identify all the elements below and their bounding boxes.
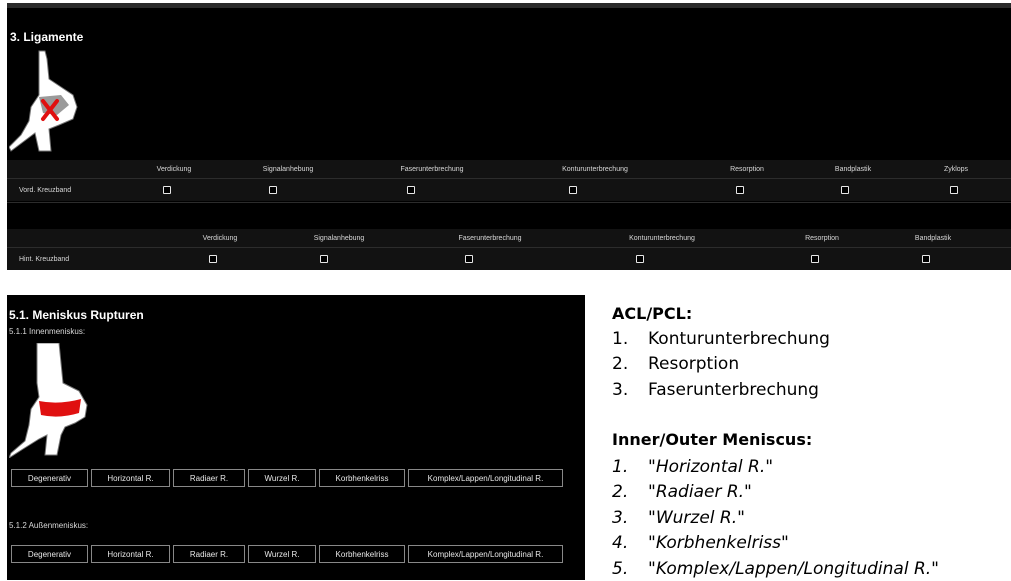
- acl-resorption-checkbox[interactable]: [736, 186, 744, 194]
- acl-note-item: 3. Faserunterbrechung: [612, 380, 819, 400]
- pcl-bandplastik-checkbox[interactable]: [922, 255, 930, 263]
- pcl-col-resorption: Resorption: [805, 235, 839, 242]
- inner-wurzel-button[interactable]: Wurzel R.: [248, 469, 316, 487]
- inner-komplex-button[interactable]: Komplex/Lappen/Longitudinal R.: [408, 469, 563, 487]
- inner-meniscus-label: 5.1.1 Innenmeniskus:: [9, 327, 86, 336]
- note-text: Konturunterbrechung: [648, 329, 830, 349]
- note-text: "Korbhenkelriss": [648, 533, 789, 553]
- inner-degenerativ-button[interactable]: Degenerativ: [11, 469, 88, 487]
- pcl-col-bandplastik: Bandplastik: [914, 235, 952, 242]
- acl-header-row: Verdickung Signalanhebung Faserunterbrec…: [7, 160, 1011, 178]
- meniscus-note-item: 5. "Komplex/Lappen/Longitudinal R.": [612, 559, 939, 579]
- note-number: 2.: [612, 354, 629, 374]
- meniscus-note-item: 4. "Korbhenkelriss": [612, 533, 789, 553]
- pcl-faserunterbrechung-checkbox[interactable]: [465, 255, 473, 263]
- meniscus-note-item: 2. "Radiaer R.": [612, 482, 752, 502]
- outer-degenerativ-button[interactable]: Degenerativ: [11, 545, 88, 563]
- note-text: "Komplex/Lappen/Longitudinal R.": [648, 559, 939, 579]
- acl-signalanhebung-checkbox[interactable]: [269, 186, 277, 194]
- outer-korbhenkelriss-button[interactable]: Korbhenkelriss: [319, 545, 405, 563]
- pcl-row: Hint. Kreuzband: [7, 248, 1011, 270]
- acl-col-zyklops: Zyklops: [943, 166, 969, 173]
- note-number: 2.: [612, 482, 629, 502]
- pcl-row-label: Hint. Kreuzband: [19, 256, 70, 263]
- acl-col-faserunterbrechung: Faserunterbrechung: [400, 166, 464, 173]
- meniscus-note-item: 1. "Horizontal R.": [612, 457, 773, 477]
- acl-bandplastik-checkbox[interactable]: [841, 186, 849, 194]
- acl-note-item: 2. Resorption: [612, 354, 739, 374]
- acl-col-resorption: Resorption: [730, 166, 764, 173]
- meniscus-panel: 5.1. Meniskus Rupturen 5.1.1 Innenmenisk…: [7, 295, 585, 580]
- acl-col-konturunterbrechung: Konturunterbrechung: [562, 166, 628, 173]
- acl-konturunterbrechung-checkbox[interactable]: [569, 186, 577, 194]
- note-number: 5.: [612, 559, 629, 579]
- acl-row-label: Vord. Kreuzband: [19, 187, 72, 194]
- outer-meniscus-label: 5.1.2 Außenmeniskus:: [9, 521, 89, 530]
- ligaments-panel: 3. Ligamente Verdickung Signalanhebung F…: [7, 3, 1011, 270]
- acl-col-verdickung: Verdickung: [156, 166, 192, 173]
- note-text: "Wurzel R.": [648, 508, 745, 528]
- note-number: 3.: [612, 380, 629, 400]
- acl-zyklops-checkbox[interactable]: [950, 186, 958, 194]
- outer-horizontal-button[interactable]: Horizontal R.: [91, 545, 170, 563]
- acl-col-bandplastik: Bandplastik: [834, 166, 872, 173]
- pcl-konturunterbrechung-checkbox[interactable]: [636, 255, 644, 263]
- knee-ligament-icon: [9, 50, 78, 152]
- acl-faserunterbrechung-checkbox[interactable]: [407, 186, 415, 194]
- note-number: 4.: [612, 533, 629, 553]
- pcl-signalanhebung-checkbox[interactable]: [320, 255, 328, 263]
- meniscus-note-item: 3. "Wurzel R.": [612, 508, 745, 528]
- pcl-col-konturunterbrechung: Konturunterbrechung: [629, 235, 695, 242]
- outer-radiaer-button[interactable]: Radiaer R.: [173, 545, 245, 563]
- pcl-header-row: Verdickung Signalanhebung Faserunterbrec…: [7, 229, 1011, 247]
- panel-top-bar: [7, 3, 1011, 8]
- note-text: Faserunterbrechung: [648, 380, 819, 400]
- acl-verdickung-checkbox[interactable]: [163, 186, 171, 194]
- acl-row: Vord. Kreuzband: [7, 179, 1011, 201]
- pcl-verdickung-checkbox[interactable]: [209, 255, 217, 263]
- outer-wurzel-button[interactable]: Wurzel R.: [248, 545, 316, 563]
- note-text: "Radiaer R.": [648, 482, 752, 502]
- note-number: 1.: [612, 329, 629, 349]
- pcl-col-faserunterbrechung: Faserunterbrechung: [458, 235, 522, 242]
- inner-korbhenkelriss-button[interactable]: Korbhenkelriss: [319, 469, 405, 487]
- pcl-resorption-checkbox[interactable]: [811, 255, 819, 263]
- inner-horizontal-button[interactable]: Horizontal R.: [91, 469, 170, 487]
- inner-radiaer-button[interactable]: Radiaer R.: [173, 469, 245, 487]
- note-number: 3.: [612, 508, 629, 528]
- meniscus-title: 5.1. Meniskus Rupturen: [9, 308, 144, 322]
- ligaments-title: 3. Ligamente: [10, 30, 84, 44]
- acl-note-item: 1. Konturunterbrechung: [612, 329, 830, 349]
- note-text: Resorption: [648, 354, 740, 374]
- note-number: 1.: [612, 457, 629, 477]
- acl-pcl-notes-title: ACL/PCL:: [612, 304, 693, 323]
- divider: [7, 202, 1011, 203]
- acl-col-signalanhebung: Signalanhebung: [262, 166, 314, 173]
- pcl-col-signalanhebung: Signalanhebung: [313, 235, 365, 242]
- pcl-col-verdickung: Verdickung: [202, 235, 238, 242]
- knee-meniscus-icon: [9, 343, 88, 458]
- note-text: "Horizontal R.": [648, 457, 774, 477]
- outer-komplex-button[interactable]: Komplex/Lappen/Longitudinal R.: [408, 545, 563, 563]
- meniscus-notes-title: Inner/Outer Meniscus:: [612, 430, 813, 449]
